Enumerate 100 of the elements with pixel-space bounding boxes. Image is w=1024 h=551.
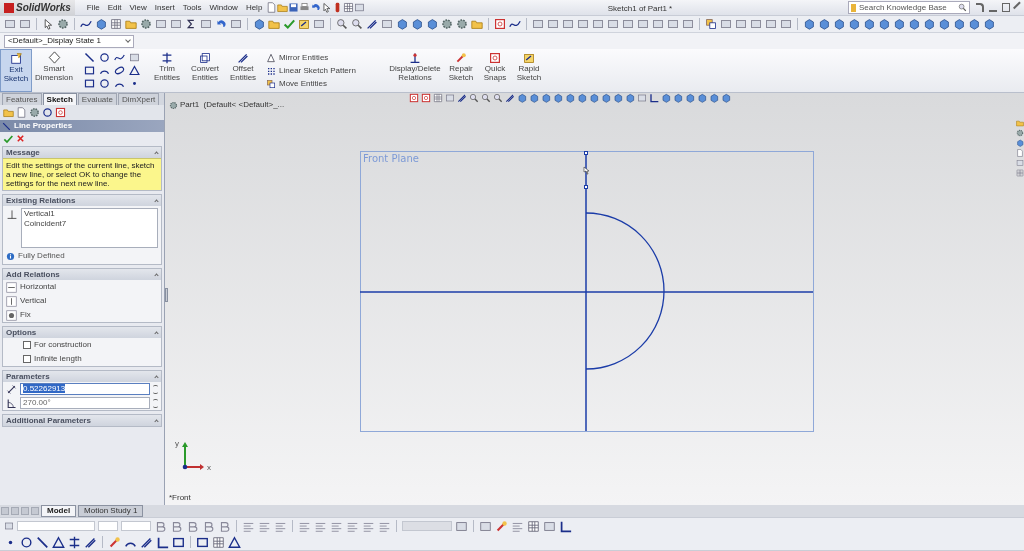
- gear-icon[interactable]: [441, 18, 453, 30]
- search-field[interactable]: Search Knowledge Base: [848, 1, 970, 14]
- snap-icon[interactable]: [55, 107, 66, 118]
- number-field[interactable]: 270.00°: [20, 397, 150, 409]
- command-button[interactable]: Offset Entities: [224, 49, 262, 92]
- spline-icon[interactable]: [114, 52, 125, 63]
- magnifier-icon[interactable]: [469, 93, 479, 103]
- box-icon[interactable]: [532, 18, 544, 30]
- gear-icon[interactable]: [140, 18, 152, 30]
- box-icon[interactable]: [682, 18, 694, 30]
- section-header[interactable]: Add Relations: [3, 269, 161, 280]
- triangle-icon[interactable]: [52, 535, 65, 549]
- command-menu-item[interactable]: Move Entities: [266, 77, 378, 90]
- cube-icon[interactable]: [833, 18, 845, 30]
- cube-icon[interactable]: [983, 18, 995, 30]
- box-icon[interactable]: [780, 18, 792, 30]
- exit-sketch-icon[interactable]: [9, 52, 23, 65]
- rectangle-icon[interactable]: [84, 78, 95, 89]
- ellipse-icon[interactable]: [114, 65, 125, 76]
- box-icon[interactable]: [455, 519, 468, 533]
- box-icon[interactable]: [479, 519, 492, 533]
- grid-icon[interactable]: [110, 18, 122, 30]
- printer-icon[interactable]: [299, 2, 311, 13]
- dropdown-field[interactable]: [121, 521, 151, 531]
- box-icon[interactable]: [354, 2, 366, 13]
- rectangle-icon[interactable]: [84, 65, 95, 76]
- gear-icon[interactable]: [169, 100, 178, 110]
- box-icon[interactable]: [155, 18, 167, 30]
- cube-icon[interactable]: [396, 18, 408, 30]
- trim-icon[interactable]: [161, 52, 173, 64]
- triangle-icon[interactable]: [228, 535, 241, 549]
- box-icon[interactable]: [19, 18, 31, 30]
- cube-icon[interactable]: [411, 18, 423, 30]
- command-menu-item[interactable]: Mirror Entities: [266, 51, 378, 64]
- offset-icon[interactable]: [505, 93, 515, 103]
- relation-item[interactable]: Vertical1: [24, 209, 155, 219]
- spline-icon[interactable]: [80, 18, 92, 30]
- menu-item[interactable]: File: [82, 1, 104, 14]
- box-icon[interactable]: [622, 18, 634, 30]
- page-icon[interactable]: [16, 107, 27, 118]
- offset-icon[interactable]: [366, 18, 378, 30]
- axis-icon[interactable]: [649, 93, 659, 103]
- undo-arrow-icon[interactable]: [310, 2, 322, 13]
- magnifier-icon[interactable]: [336, 18, 348, 30]
- cube-icon[interactable]: [1016, 139, 1024, 147]
- dropdown-field[interactable]: [402, 521, 452, 531]
- axis-icon[interactable]: [156, 535, 169, 549]
- dimension-icon[interactable]: [47, 51, 61, 64]
- cube-icon[interactable]: [253, 18, 265, 30]
- gear-icon[interactable]: [57, 18, 69, 30]
- bottom-tab[interactable]: Motion Study 1: [78, 505, 144, 517]
- cursor-icon[interactable]: [42, 18, 54, 30]
- snap-icon[interactable]: [421, 93, 431, 103]
- command-tab[interactable]: Evaluate: [77, 93, 117, 105]
- menu-item[interactable]: View: [125, 1, 151, 14]
- offset-icon[interactable]: [457, 93, 467, 103]
- command-menu-item[interactable]: Linear Sketch Pattern: [266, 64, 378, 77]
- repair-icon[interactable]: [455, 52, 467, 64]
- command-tab[interactable]: Sketch: [42, 93, 77, 105]
- checkmark-icon[interactable]: [283, 18, 295, 30]
- grid-icon[interactable]: [433, 93, 443, 103]
- dropdown-field[interactable]: [17, 521, 95, 531]
- cube-icon[interactable]: [848, 18, 860, 30]
- relation-option[interactable]: Vertical: [3, 294, 50, 308]
- relation-option[interactable]: Horizontal: [3, 280, 59, 294]
- circle-icon[interactable]: [99, 78, 110, 89]
- box-icon[interactable]: [637, 18, 649, 30]
- gear-icon[interactable]: [1016, 129, 1024, 137]
- mirror-icon[interactable]: [266, 52, 276, 63]
- grid-icon[interactable]: [527, 519, 540, 533]
- arc[interactable]: [585, 212, 665, 370]
- folder-icon[interactable]: [471, 18, 483, 30]
- box-icon[interactable]: [1016, 159, 1024, 167]
- move-icon[interactable]: [705, 18, 717, 30]
- cube-icon[interactable]: [863, 18, 875, 30]
- command-tab[interactable]: DimXpert: [117, 93, 160, 105]
- display-state-dropdown[interactable]: <Default>_Display State 1: [4, 34, 134, 48]
- rapid-icon[interactable]: [523, 52, 535, 64]
- relation-item[interactable]: Coincident7: [24, 219, 155, 229]
- command-button[interactable]: Repair Sketch: [444, 49, 478, 92]
- menu-item[interactable]: Window: [205, 1, 242, 14]
- command-button[interactable]: Quick Snaps: [478, 49, 512, 92]
- line-icon[interactable]: [36, 535, 49, 549]
- box-icon[interactable]: [667, 18, 679, 30]
- box-icon[interactable]: [577, 18, 589, 30]
- section-header[interactable]: Options: [3, 327, 161, 338]
- folder-icon[interactable]: [125, 18, 137, 30]
- folder-icon[interactable]: [277, 2, 289, 13]
- axis-icon[interactable]: [559, 519, 572, 533]
- box-icon[interactable]: [765, 18, 777, 30]
- cube-icon[interactable]: [95, 18, 107, 30]
- command-button[interactable]: Smart Dimension: [32, 49, 76, 92]
- relations-list[interactable]: Vertical1 Coincident7: [21, 208, 158, 248]
- box-icon[interactable]: [4, 18, 16, 30]
- repair-icon[interactable]: [108, 535, 121, 549]
- circle-icon[interactable]: [42, 107, 53, 118]
- checkbox[interactable]: [23, 355, 31, 363]
- box-icon[interactable]: [652, 18, 664, 30]
- convert-icon[interactable]: [199, 52, 211, 64]
- cube-icon[interactable]: [923, 18, 935, 30]
